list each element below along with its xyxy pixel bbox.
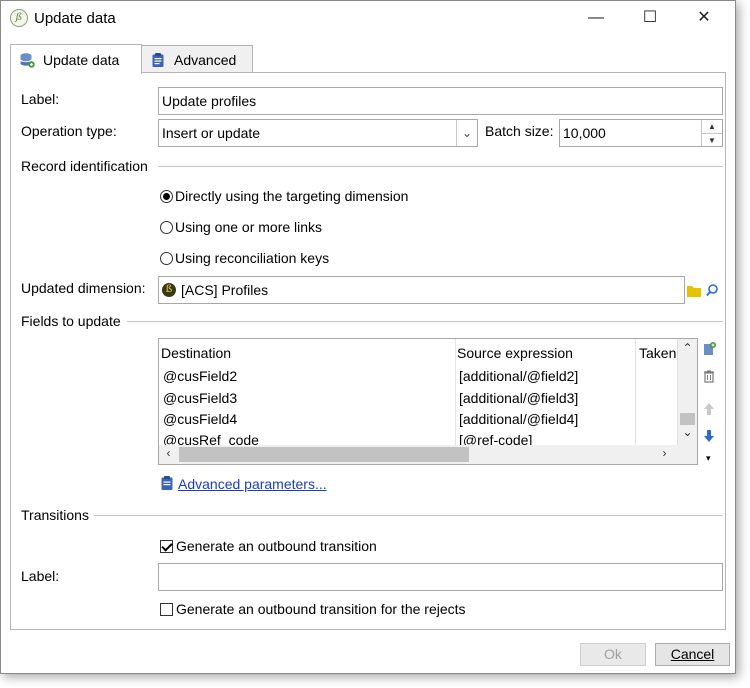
- record-identification-heading: Record identification: [21, 158, 148, 174]
- tab-strip: Update data Advanced: [1, 35, 735, 74]
- checkbox[interactable]: [160, 602, 173, 616]
- radio-links[interactable]: Using one or more links: [160, 219, 322, 235]
- move-down-icon[interactable]: [699, 428, 719, 450]
- advanced-parameters-link[interactable]: Advanced parameters...: [178, 476, 327, 492]
- column-header-source[interactable]: Source expression: [457, 345, 573, 361]
- radio-reconciliation-keys[interactable]: Using reconciliation keys: [160, 250, 329, 266]
- vertical-scrollbar[interactable]: ⌃ ⌄: [677, 339, 697, 446]
- section-divider: [158, 166, 723, 167]
- scroll-thumb[interactable]: [179, 447, 469, 462]
- fields-to-update-heading: Fields to update: [21, 313, 121, 329]
- operation-type-caption: Operation type:: [21, 123, 117, 139]
- scroll-thumb[interactable]: [680, 413, 695, 425]
- table-row-destination[interactable]: @cusField3: [163, 390, 237, 406]
- scroll-left-icon[interactable]: ‹: [159, 446, 178, 460]
- operation-type-value: Insert or update: [162, 125, 261, 141]
- batch-size-caption: Batch size:: [485, 123, 554, 139]
- table-row-source[interactable]: [additional/@field4]: [459, 411, 578, 427]
- cancel-label: Cancel: [670, 646, 715, 662]
- generate-rejects-checkbox[interactable]: Generate an outbound transition for the …: [160, 601, 466, 617]
- section-divider: [127, 321, 723, 322]
- fields-grid[interactable]: Destination Source expression Taken @cus…: [158, 338, 698, 465]
- folder-icon[interactable]: [685, 278, 703, 302]
- transition-label-caption: Label:: [21, 568, 60, 584]
- radio-direct-targeting[interactable]: Directly using the targeting dimension: [160, 188, 408, 204]
- batch-size-value: 10,000: [563, 125, 606, 141]
- dialog-window: ß Update data — ☐ ✕ Update data Advanced…: [0, 0, 736, 674]
- radio-button[interactable]: [160, 220, 173, 234]
- table-row-source[interactable]: [additional/@field3]: [459, 390, 578, 406]
- updated-dimension-caption: Updated dimension:: [21, 280, 146, 296]
- add-field-icon[interactable]: [699, 341, 719, 363]
- column-header-destination[interactable]: Destination: [161, 345, 231, 361]
- scroll-up-icon[interactable]: ⌃: [678, 341, 697, 355]
- trash-icon[interactable]: [699, 368, 719, 390]
- chevron-down-icon[interactable]: ⌄: [456, 120, 477, 146]
- radio-label: Using one or more links: [175, 219, 323, 235]
- tab-advanced[interactable]: Advanced: [141, 45, 253, 73]
- acs-logo-icon: ß: [10, 9, 28, 27]
- updated-dimension-field[interactable]: ß [ACS] Profiles: [158, 276, 685, 304]
- label-input[interactable]: [158, 87, 723, 115]
- maximize-button[interactable]: ☐: [627, 1, 673, 35]
- table-row-source[interactable]: [additional/@field2]: [459, 368, 578, 384]
- magnifier-icon[interactable]: [704, 278, 722, 302]
- radio-button[interactable]: [160, 251, 173, 265]
- schema-icon: ß: [162, 283, 176, 297]
- transitions-heading: Transitions: [21, 507, 89, 523]
- tab-label: Advanced: [174, 51, 237, 68]
- close-button[interactable]: ✕: [681, 1, 727, 35]
- batch-size-spinner[interactable]: 10,000 ▲ ▼: [559, 119, 723, 147]
- table-row-destination[interactable]: @cusField4: [163, 411, 237, 427]
- scrollbar-corner: [678, 445, 697, 464]
- title-bar: ß Update data — ☐ ✕: [1, 1, 735, 35]
- database-update-icon: [19, 52, 35, 68]
- move-up-icon[interactable]: [699, 401, 719, 423]
- checkbox-label: Generate an outbound transition: [176, 538, 377, 554]
- updated-dimension-value: [ACS] Profiles: [181, 282, 269, 298]
- ok-button[interactable]: Ok: [580, 643, 646, 666]
- radio-label: Directly using the targeting dimension: [175, 188, 409, 204]
- scroll-right-icon[interactable]: ›: [655, 446, 674, 460]
- tab-update-data[interactable]: Update data: [10, 44, 142, 74]
- minimize-button[interactable]: —: [573, 1, 619, 35]
- scroll-down-icon[interactable]: ⌄: [678, 425, 697, 439]
- transition-label-input[interactable]: [158, 563, 723, 591]
- clipboard-icon: [150, 52, 166, 68]
- spin-down-icon[interactable]: ▼: [702, 134, 722, 147]
- spin-up-icon[interactable]: ▲: [702, 120, 722, 134]
- radio-label: Using reconciliation keys: [175, 250, 330, 266]
- section-divider: [94, 515, 723, 516]
- checkbox[interactable]: [160, 539, 173, 553]
- generate-outbound-checkbox[interactable]: Generate an outbound transition: [160, 538, 377, 554]
- spinner-buttons[interactable]: ▲ ▼: [701, 120, 722, 146]
- operation-type-select[interactable]: Insert or update ⌄: [158, 119, 478, 147]
- tab-label: Update data: [43, 51, 120, 68]
- horizontal-scrollbar[interactable]: ‹ ›: [159, 445, 678, 464]
- window-title: Update data: [34, 10, 116, 27]
- more-options-icon[interactable]: ▾: [706, 453, 711, 464]
- cancel-button[interactable]: Cancel: [655, 643, 730, 666]
- clipboard-icon: [160, 475, 174, 491]
- column-header-taken[interactable]: Taken: [639, 345, 676, 361]
- column-divider: [635, 339, 636, 446]
- label-caption: Label:: [21, 91, 60, 107]
- radio-button[interactable]: [160, 189, 173, 203]
- table-row-destination[interactable]: @cusField2: [163, 368, 237, 384]
- checkbox-label: Generate an outbound transition for the …: [176, 601, 466, 617]
- column-divider: [455, 339, 456, 446]
